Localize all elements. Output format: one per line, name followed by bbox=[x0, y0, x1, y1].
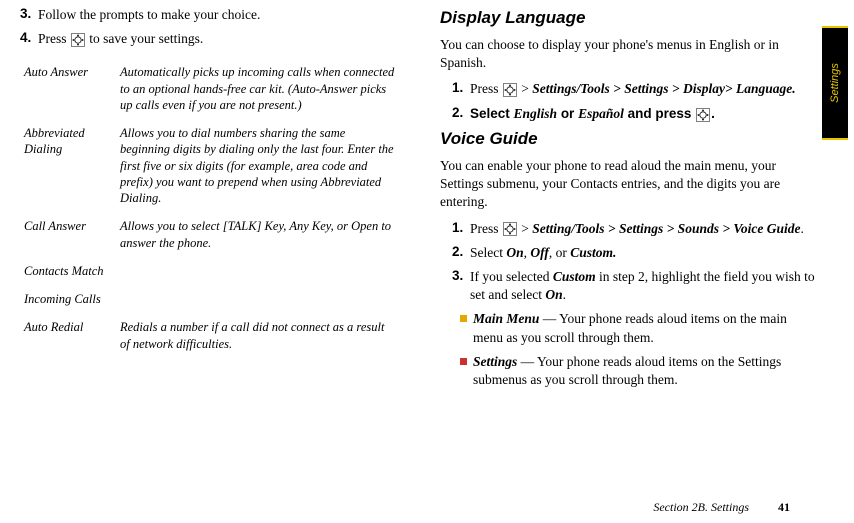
definition bbox=[116, 257, 400, 285]
dl-step-2: 2. Select English or Español and press . bbox=[440, 105, 820, 123]
heading-display-language: Display Language bbox=[440, 8, 820, 28]
square-bullet-icon bbox=[460, 358, 467, 365]
step-3: 3. Follow the prompts to make your choic… bbox=[20, 6, 400, 24]
vg-step2-e: , or bbox=[549, 245, 570, 260]
vg-step2-f: Custom. bbox=[570, 245, 616, 260]
dl-step2-f: . bbox=[711, 106, 715, 121]
vg-step2-d: Off bbox=[530, 245, 549, 260]
dl-step2-d: Español bbox=[578, 106, 624, 121]
vg-step1-gt: > bbox=[518, 221, 532, 236]
vg-step1-dot: . bbox=[801, 221, 804, 236]
bullet-main-menu: Main Menu — Your phone reads aloud items… bbox=[440, 310, 820, 346]
dl-step2-a: Select bbox=[470, 106, 514, 121]
dl-step1-gt: > bbox=[518, 81, 532, 96]
vg-step2-a: Select bbox=[470, 245, 506, 260]
dl-step2-c: or bbox=[557, 106, 578, 121]
vg-step-2-text: Select On, Off, or Custom. bbox=[470, 244, 616, 262]
bullet1-a: Main Menu bbox=[473, 311, 539, 326]
term: Contacts Match bbox=[20, 257, 116, 285]
table-row: Auto Answer Automatically picks up incom… bbox=[20, 58, 400, 119]
dl-step-1-num: 1. bbox=[452, 80, 470, 98]
table-row: Contacts Match bbox=[20, 257, 400, 285]
table-row: Abbreviated Dialing Allows you to dial n… bbox=[20, 119, 400, 212]
page-number: 41 bbox=[778, 500, 790, 514]
dl-step2-e: and press bbox=[624, 106, 695, 121]
step-4-pre: Press bbox=[38, 31, 70, 46]
section-tab-label: Settings bbox=[829, 63, 841, 103]
vg-step2-b: On bbox=[506, 245, 523, 260]
definition: Allows you to dial numbers sharing the s… bbox=[116, 119, 400, 212]
dl-step-2-text: Select English or Español and press . bbox=[470, 105, 715, 123]
right-column: Display Language You can choose to displ… bbox=[440, 0, 820, 523]
page-footer: Section 2B. Settings 41 bbox=[653, 500, 790, 515]
bullet2-a: Settings bbox=[473, 354, 517, 369]
term: Incoming Calls bbox=[20, 285, 116, 313]
bullet-main-menu-text: Main Menu — Your phone reads aloud items… bbox=[473, 310, 820, 346]
table-row: Call Answer Allows you to select [TALK] … bbox=[20, 212, 400, 257]
term: Auto Redial bbox=[20, 313, 116, 358]
section-label: Section 2B. Settings bbox=[653, 500, 749, 514]
step-3-num: 3. bbox=[20, 6, 38, 24]
vg-step-1-num: 1. bbox=[452, 220, 470, 238]
dl-step1-pre: Press bbox=[470, 81, 502, 96]
display-language-intro: You can choose to display your phone's m… bbox=[440, 36, 820, 72]
term: Call Answer bbox=[20, 212, 116, 257]
step-4-post: to save your settings. bbox=[86, 31, 203, 46]
bullet2-b: — Your phone reads aloud items on the Se… bbox=[473, 354, 781, 387]
vg-step-3: 3. If you selected Custom in step 2, hig… bbox=[440, 268, 820, 304]
vg-step-2-num: 2. bbox=[452, 244, 470, 262]
definition bbox=[116, 285, 400, 313]
step-4-text: Press to save your settings. bbox=[38, 30, 203, 48]
dl-step-2-num: 2. bbox=[452, 105, 470, 123]
step-4: 4. Press to save your settings. bbox=[20, 30, 400, 48]
section-tab: Settings bbox=[822, 26, 848, 140]
dl-step-1-text: Press > Settings/Tools > Settings > Disp… bbox=[470, 80, 796, 98]
vg-step3-e: . bbox=[563, 287, 566, 302]
vg-step3-a: If you selected bbox=[470, 269, 553, 284]
vg-step-1: 1. Press > Setting/Tools > Settings > So… bbox=[440, 220, 820, 238]
vg-step3-d: On bbox=[545, 287, 562, 302]
vg-step-3-text: If you selected Custom in step 2, highli… bbox=[470, 268, 820, 304]
left-column: 3. Follow the prompts to make your choic… bbox=[20, 0, 400, 523]
vg-step1-path: Setting/Tools > Settings > Sounds > Voic… bbox=[532, 221, 800, 236]
nav-key-icon bbox=[503, 83, 517, 97]
dl-step-1: 1. Press > Settings/Tools > Settings > D… bbox=[440, 80, 820, 98]
vg-step-3-num: 3. bbox=[452, 268, 470, 304]
step-4-num: 4. bbox=[20, 30, 38, 48]
table-row: Auto Redial Redials a number if a call d… bbox=[20, 313, 400, 358]
vg-step1-pre: Press bbox=[470, 221, 502, 236]
nav-key-icon bbox=[71, 33, 85, 47]
nav-key-icon bbox=[696, 108, 710, 122]
table-row: Incoming Calls bbox=[20, 285, 400, 313]
nav-key-icon bbox=[503, 222, 517, 236]
vg-step3-b: Custom bbox=[553, 269, 596, 284]
page: 3. Follow the prompts to make your choic… bbox=[0, 0, 854, 523]
definition: Redials a number if a call did not conne… bbox=[116, 313, 400, 358]
square-bullet-icon bbox=[460, 315, 467, 322]
bullet-settings-text: Settings — Your phone reads aloud items … bbox=[473, 353, 820, 389]
dl-step2-b: English bbox=[514, 106, 558, 121]
definition: Allows you to select [TALK] Key, Any Key… bbox=[116, 212, 400, 257]
heading-voice-guide: Voice Guide bbox=[440, 129, 820, 149]
bullet-settings: Settings — Your phone reads aloud items … bbox=[440, 353, 820, 389]
definitions-table: Auto Answer Automatically picks up incom… bbox=[20, 58, 400, 358]
vg-step-2: 2. Select On, Off, or Custom. bbox=[440, 244, 820, 262]
voice-guide-intro: You can enable your phone to read aloud … bbox=[440, 157, 820, 212]
dl-step1-path: Settings/Tools > Settings > Display> Lan… bbox=[532, 81, 795, 96]
step-3-text: Follow the prompts to make your choice. bbox=[38, 6, 260, 24]
term: Auto Answer bbox=[20, 58, 116, 119]
vg-step-1-text: Press > Setting/Tools > Settings > Sound… bbox=[470, 220, 804, 238]
term: Abbreviated Dialing bbox=[20, 119, 116, 212]
definition: Automatically picks up incoming calls wh… bbox=[116, 58, 400, 119]
